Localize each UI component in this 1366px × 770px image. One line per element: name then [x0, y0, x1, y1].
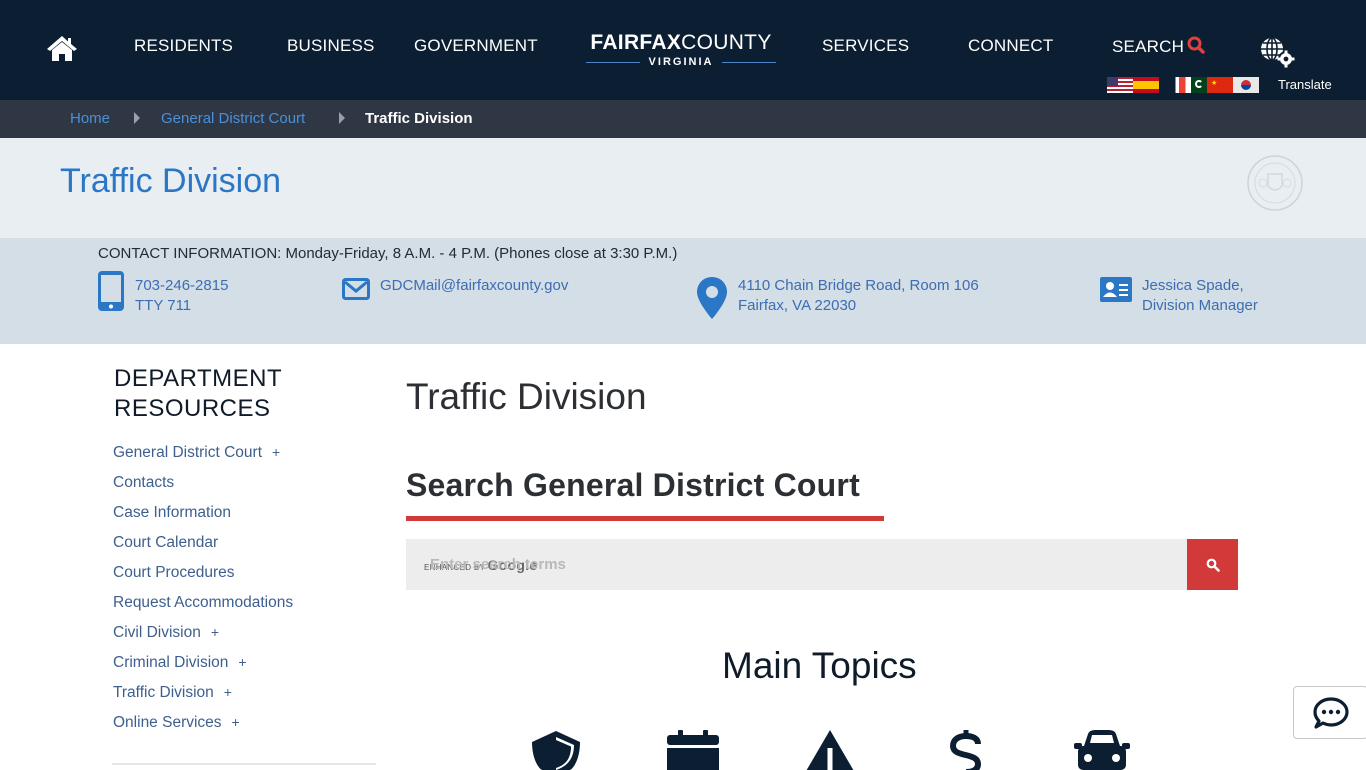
expand-plus-icon[interactable]: + — [224, 684, 232, 700]
main-topics-heading: Main Topics — [722, 645, 917, 686]
search-heading: Search General District Court — [406, 467, 860, 503]
globe-gear-icon — [1261, 37, 1295, 68]
flag-korea[interactable] — [1233, 77, 1259, 93]
search-icon — [1187, 36, 1205, 54]
fairfax-county-logo[interactable]: FAIRFAXCOUNTY VIRGINIA — [584, 31, 778, 71]
breadcrumb-general-district-court[interactable]: General District Court — [161, 110, 305, 127]
nav-search-label: SEARCH — [1112, 37, 1185, 56]
language-flags: ★ — [1107, 77, 1259, 93]
sidebar-item-label[interactable]: Court Calendar — [113, 534, 218, 551]
expand-plus-icon[interactable]: + — [238, 654, 246, 670]
map-pin-icon — [697, 277, 727, 319]
shield-icon[interactable] — [528, 730, 584, 770]
dollar-icon[interactable] — [938, 730, 994, 770]
translate-link[interactable]: Translate — [1278, 77, 1332, 92]
sidebar-item-court-procedures: Court Procedures — [113, 564, 293, 594]
sidebar-item-label[interactable]: Court Procedures — [113, 564, 234, 581]
email-link[interactable]: GDCMail@fairfaxcounty.gov — [380, 276, 568, 296]
car-icon[interactable] — [1074, 730, 1130, 770]
address-line-1[interactable]: 4110 Chain Bridge Road, Room 106 — [738, 277, 979, 294]
nav-residents[interactable]: RESIDENTS — [134, 36, 233, 56]
chat-button[interactable] — [1293, 686, 1366, 739]
nav-connect[interactable]: CONNECT — [968, 36, 1053, 56]
sidebar-item-online-services: Online Services + — [113, 714, 293, 744]
logo-sub: VIRGINIA — [648, 56, 714, 68]
sidebar-item-general-district-court: General District Court + — [113, 444, 293, 474]
phone-link[interactable]: 703-246-2815 — [135, 277, 228, 294]
nav-services[interactable]: SERVICES — [822, 36, 909, 56]
sidebar-divider — [112, 763, 376, 765]
sidebar-item-case-information: Case Information — [113, 504, 293, 534]
id-card-icon — [1100, 277, 1132, 302]
top-navigation: RESIDENTS BUSINESS GOVERNMENT FAIRFAXCOU… — [0, 0, 1366, 100]
sidebar-item-contacts: Contacts — [113, 474, 293, 504]
contact-phone: 703-246-2815 TTY 711 — [135, 276, 228, 316]
chat-bubble-icon — [1312, 696, 1349, 729]
sidebar-item-label[interactable]: General District Court — [113, 444, 262, 461]
flag-pakistan[interactable] — [1191, 77, 1207, 93]
contact-information: CONTACT INFORMATION: Monday-Friday, 8 A.… — [0, 238, 1366, 344]
expand-plus-icon[interactable]: + — [211, 624, 219, 640]
expand-plus-icon[interactable]: + — [232, 714, 240, 730]
breadcrumb-chevron-icon — [134, 112, 140, 124]
sidebar-item-civil-division: Civil Division + — [113, 624, 293, 654]
breadcrumb-chevron-icon — [339, 112, 345, 124]
sidebar-item-label[interactable]: Traffic Division — [113, 684, 214, 701]
sidebar-item-court-calendar: Court Calendar — [113, 534, 293, 564]
flag-france[interactable] — [1169, 77, 1191, 93]
sidebar-item-label[interactable]: Online Services — [113, 714, 222, 731]
manager-title: Division Manager — [1142, 297, 1258, 314]
nav-government[interactable]: GOVERNMENT — [414, 36, 538, 56]
sidebar-nav-list: General District Court + Contacts Case In… — [113, 444, 293, 744]
sidebar-title-line-2: RESOURCES — [114, 395, 271, 422]
tty-link[interactable]: TTY 711 — [135, 297, 191, 314]
search-icon — [1206, 558, 1220, 572]
logo-strong: FAIRFAX — [590, 31, 682, 54]
envelope-icon — [342, 278, 370, 300]
calendar-icon[interactable] — [665, 730, 721, 770]
home-button[interactable] — [46, 34, 78, 62]
search-submit-button[interactable] — [1187, 539, 1238, 590]
page-banner: Traffic Division — [0, 138, 1366, 238]
nav-business[interactable]: BUSINESS — [287, 36, 375, 56]
address-line-2[interactable]: Fairfax, VA 22030 — [738, 297, 856, 314]
contact-heading: CONTACT INFORMATION: Monday-Friday, 8 A.… — [98, 245, 678, 262]
sidebar-item-label[interactable]: Civil Division — [113, 624, 201, 641]
flag-spain[interactable] — [1133, 77, 1159, 93]
county-seal-icon — [1247, 155, 1303, 211]
breadcrumb: Home General District Court Traffic Divi… — [0, 100, 1366, 138]
translate-globe-button[interactable] — [1258, 36, 1296, 68]
sidebar-title: DEPARTMENT RESOURCES — [114, 364, 282, 424]
sidebar-item-label[interactable]: Contacts — [113, 474, 174, 491]
flag-china[interactable]: ★ — [1207, 77, 1233, 93]
logo-light: COUNTY — [681, 31, 772, 54]
manager-name-link[interactable]: Jessica Spade, — [1142, 277, 1244, 294]
main-title: Traffic Division — [406, 376, 647, 417]
expand-plus-icon[interactable]: + — [272, 444, 280, 460]
sidebar-item-request-accommodations: Request Accommodations — [113, 594, 293, 624]
sidebar-item-label[interactable]: Case Information — [113, 504, 231, 521]
banner-title: Traffic Division — [60, 162, 282, 200]
sidebar-item-label[interactable]: Criminal Division — [113, 654, 228, 671]
breadcrumb-current: Traffic Division — [365, 110, 473, 127]
mobile-phone-icon — [98, 271, 124, 311]
sidebar-title-line-1: DEPARTMENT — [114, 365, 283, 392]
nav-search[interactable]: SEARCH — [1112, 36, 1205, 57]
sidebar-item-label[interactable]: Request Accommodations — [113, 594, 293, 611]
flag-us[interactable] — [1107, 77, 1133, 93]
sidebar-item-criminal-division: Criminal Division + — [113, 654, 293, 684]
warning-icon[interactable] — [802, 730, 858, 770]
site-search-input[interactable] — [406, 539, 1187, 590]
heading-underline — [406, 516, 884, 521]
breadcrumb-home[interactable]: Home — [70, 110, 110, 127]
contact-address: 4110 Chain Bridge Road, Room 106 Fairfax… — [738, 276, 979, 316]
home-icon — [47, 36, 77, 61]
contact-manager: Jessica Spade, Division Manager — [1142, 276, 1258, 316]
sidebar-item-traffic-division: Traffic Division + — [113, 684, 293, 714]
